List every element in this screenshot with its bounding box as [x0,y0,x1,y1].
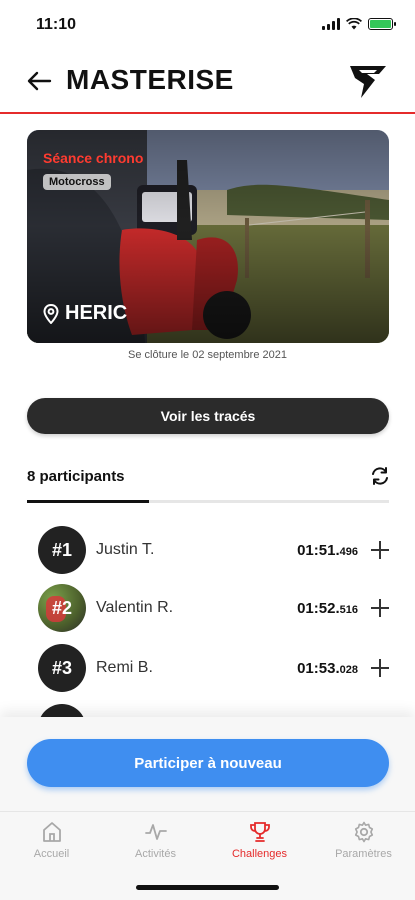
battery-icon [368,18,396,30]
closing-date: Se clôture le 02 septembre 2021 [128,349,287,361]
trophy-icon [249,822,270,842]
lap-time: 01:53.028 [297,659,358,677]
wifi-icon [346,18,362,30]
challenge-card[interactable]: Séance chrono Motocross HERIC [27,130,389,343]
tab-label: Challenges [231,848,288,860]
back-arrow-icon[interactable] [24,66,54,96]
bottom-action-panel: Participer à nouveau [0,717,415,811]
status-bar: 11:10 [0,0,415,50]
participant-name: Valentin R. [96,599,174,616]
expand-plus-icon[interactable] [370,598,390,618]
location-name: HERIC [65,302,128,324]
location: HERIC [43,302,127,325]
location-pin-icon [43,303,59,324]
tab-activites[interactable]: Activités [104,820,207,860]
leaderboard-row[interactable]: #2 Valentin R. 01:52.516 [38,584,390,632]
participant-name: Remi B. [96,659,153,676]
challenge-type: Séance chrono [43,150,144,166]
gear-icon [354,821,373,843]
cellular-signal-icon [322,18,340,30]
tab-label: Paramètres [335,848,392,860]
expand-plus-icon[interactable] [370,540,390,560]
refresh-icon[interactable] [369,465,391,487]
status-time: 11:10 [36,16,77,33]
status-icons [322,18,396,30]
tab-challenges[interactable]: Challenges [208,820,311,860]
leaderboard-row[interactable]: #3 Remi B. 01:53.028 [38,644,390,692]
rank-badge: #1 [38,526,86,574]
header: MASTERISE [0,52,415,114]
participate-again-button[interactable]: Participer à nouveau [27,739,389,787]
activity-icon [144,824,167,840]
discipline-badge: Motocross [43,174,111,190]
brand-logo [350,66,386,98]
rank-badge: #3 [38,644,86,692]
page-title: MASTERISE [66,64,234,95]
expand-plus-icon[interactable] [370,658,390,678]
tab-label: Accueil [33,848,70,860]
leaderboard-row[interactable]: #1 Justin T. 01:51.496 [38,526,390,574]
tab-accueil[interactable]: Accueil [0,820,103,860]
rank-badge: #2 [38,584,86,632]
tab-underline [27,500,389,503]
view-tracks-button[interactable]: Voir les tracés [27,398,389,434]
tab-parametres[interactable]: Paramètres [312,820,415,860]
lap-time: 01:51.496 [297,541,358,559]
lap-time: 01:52.516 [297,599,358,617]
home-indicator [136,885,279,890]
tab-label: Activités [135,848,176,860]
tab-bar: Accueil Activités Challenges Paramètres [0,811,415,900]
tab-participants[interactable]: 8 participants [27,468,125,485]
participant-name: Justin T. [96,541,155,558]
home-icon [42,822,61,842]
